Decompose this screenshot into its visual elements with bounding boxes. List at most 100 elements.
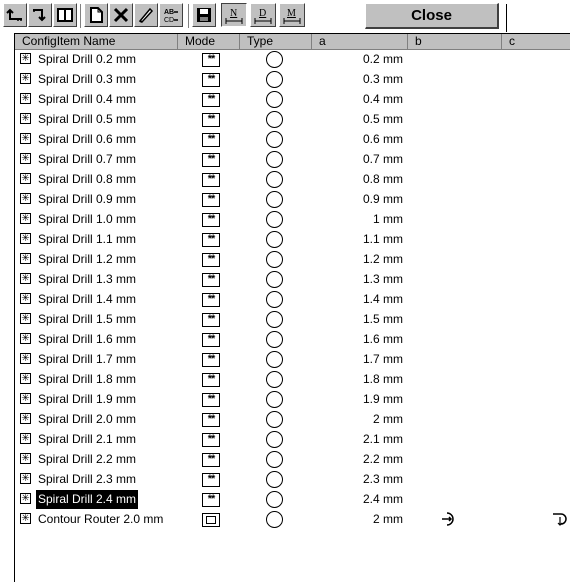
table-row[interactable]: ✳ Spiral Drill 2.0 mm ** 2 mm: [15, 410, 570, 429]
mode-star-icon[interactable]: **: [202, 393, 220, 407]
table-row[interactable]: ✳ Spiral Drill 1.7 mm ** 1.7 mm: [15, 350, 570, 369]
new-document-icon[interactable]: [84, 3, 108, 27]
mode-star-icon[interactable]: **: [202, 93, 220, 107]
table-row[interactable]: ✳ Spiral Drill 1.1 mm ** 1.1 mm: [15, 230, 570, 249]
table-row[interactable]: ✳ Spiral Drill 1.0 mm ** 1 mm: [15, 210, 570, 229]
table-row[interactable]: ✳ Spiral Drill 1.8 mm ** 1.8 mm: [15, 370, 570, 389]
cell-name[interactable]: ✳ Spiral Drill 1.5 mm: [15, 310, 178, 329]
mode-star-icon[interactable]: **: [202, 153, 220, 167]
mode-box-icon[interactable]: [202, 513, 220, 527]
mode-star-icon[interactable]: **: [202, 313, 220, 327]
cell-name[interactable]: ✳ Spiral Drill 0.4 mm: [15, 90, 178, 109]
table-row[interactable]: ✳ Spiral Drill 0.3 mm ** 0.3 mm: [15, 70, 570, 89]
column-header-a[interactable]: a: [312, 34, 408, 50]
cell-name[interactable]: ✳ Spiral Drill 1.6 mm: [15, 330, 178, 349]
mode-star-icon[interactable]: **: [202, 473, 220, 487]
table-row[interactable]: ✳ Spiral Drill 1.9 mm ** 1.9 mm: [15, 390, 570, 409]
config-item-icon: ✳: [20, 53, 31, 64]
table-row[interactable]: ✳ Spiral Drill 0.8 mm ** 0.8 mm: [15, 170, 570, 189]
table-row[interactable]: ✳ Spiral Drill 0.7 mm ** 0.7 mm: [15, 150, 570, 169]
mode-star-icon[interactable]: **: [202, 253, 220, 267]
cell-name[interactable]: ✳ Spiral Drill 0.6 mm: [15, 130, 178, 149]
cell-name[interactable]: ✳ Spiral Drill 1.2 mm: [15, 250, 178, 269]
config-item-name: Spiral Drill 0.8 mm: [38, 172, 137, 186]
cell-name[interactable]: ✳ Spiral Drill 0.7 mm: [15, 150, 178, 169]
mode-star-icon[interactable]: **: [202, 193, 220, 207]
table-row[interactable]: ✳ Spiral Drill 1.4 mm ** 1.4 mm: [15, 290, 570, 309]
config-item-name: Spiral Drill 0.4 mm: [38, 92, 137, 106]
mode-star-icon[interactable]: **: [202, 113, 220, 127]
edit-icon[interactable]: [134, 3, 158, 27]
mode-m-icon[interactable]: M: [279, 3, 305, 27]
cell-name[interactable]: ✳ Spiral Drill 2.3 mm: [15, 470, 178, 489]
mode-star-icon[interactable]: **: [202, 53, 220, 67]
cut-icon[interactable]: [109, 3, 133, 27]
column-header-mode[interactable]: Mode: [178, 34, 240, 50]
cell-name[interactable]: ✳ Spiral Drill 1.1 mm: [15, 230, 178, 249]
cell-name[interactable]: ✳ Spiral Drill 0.8 mm: [15, 170, 178, 189]
table-row[interactable]: ✳ Spiral Drill 2.2 mm ** 2.2 mm: [15, 450, 570, 469]
column-header-name[interactable]: ConfigItem Name: [15, 34, 178, 50]
split-view-icon[interactable]: [53, 3, 77, 27]
table-row[interactable]: ✳ Spiral Drill 2.4 mm ** 2.4 mm: [15, 490, 570, 509]
cell-name[interactable]: ✳ Spiral Drill 1.4 mm: [15, 290, 178, 309]
mode-star-icon[interactable]: **: [202, 493, 220, 507]
table-row[interactable]: ✳ Spiral Drill 0.6 mm ** 0.6 mm: [15, 130, 570, 149]
save-icon[interactable]: [192, 3, 216, 27]
cell-a-value: 0.6 mm: [362, 132, 403, 146]
column-header-type[interactable]: Type: [240, 34, 312, 50]
table-row[interactable]: ✳ Spiral Drill 1.3 mm ** 1.3 mm: [15, 270, 570, 289]
cell-a-value: 2.3 mm: [362, 472, 403, 486]
column-header-b[interactable]: b: [408, 34, 502, 50]
type-circle-icon: [266, 111, 283, 128]
column-header-c[interactable]: c: [502, 34, 570, 50]
toolbar: AB CD N D M Close: [0, 0, 570, 33]
table-row[interactable]: ✳ Spiral Drill 0.4 mm ** 0.4 mm: [15, 90, 570, 109]
mode-star-icon[interactable]: **: [202, 453, 220, 467]
rename-ab-icon[interactable]: AB CD: [159, 3, 183, 27]
mode-star-icon[interactable]: **: [202, 213, 220, 227]
cell-name[interactable]: ✳ Spiral Drill 2.1 mm: [15, 430, 178, 449]
cell-name[interactable]: ✳ Spiral Drill 0.2 mm: [15, 50, 178, 69]
table-row[interactable]: ✳ Spiral Drill 1.6 mm ** 1.6 mm: [15, 330, 570, 349]
arrow-up-left-icon[interactable]: [3, 3, 27, 27]
cell-name[interactable]: ✳ Spiral Drill 2.0 mm: [15, 410, 178, 429]
mode-star-icon[interactable]: **: [202, 413, 220, 427]
cell-name[interactable]: ✳ Spiral Drill 1.7 mm: [15, 350, 178, 369]
mode-d-icon[interactable]: D: [250, 3, 276, 27]
cell-name[interactable]: ✳ Spiral Drill 2.2 mm: [15, 450, 178, 469]
mode-star-icon[interactable]: **: [202, 373, 220, 387]
table-row[interactable]: ✳ Spiral Drill 2.1 mm ** 2.1 mm: [15, 430, 570, 449]
table-row[interactable]: ✳ Spiral Drill 2.3 mm ** 2.3 mm: [15, 470, 570, 489]
arrow-down-right-icon[interactable]: [28, 3, 52, 27]
type-circle-icon: [266, 251, 283, 268]
mode-star-icon[interactable]: **: [202, 433, 220, 447]
cell-name[interactable]: ✳ Contour Router 2.0 mm: [15, 510, 178, 529]
mode-star-icon[interactable]: **: [202, 173, 220, 187]
close-button[interactable]: Close: [365, 3, 499, 29]
table-row[interactable]: ✳ Spiral Drill 1.2 mm ** 1.2 mm: [15, 250, 570, 269]
cell-name[interactable]: ✳ Spiral Drill 1.8 mm: [15, 370, 178, 389]
mode-star-icon[interactable]: **: [202, 293, 220, 307]
cell-name[interactable]: ✳ Spiral Drill 0.9 mm: [15, 190, 178, 209]
mode-star-icon[interactable]: **: [202, 333, 220, 347]
mode-star-icon[interactable]: **: [202, 73, 220, 87]
mode-n-icon[interactable]: N: [221, 3, 247, 27]
mode-star-icon[interactable]: **: [202, 233, 220, 247]
table-row[interactable]: ✳ Spiral Drill 1.5 mm ** 1.5 mm: [15, 310, 570, 329]
table-row[interactable]: ✳ Spiral Drill 0.9 mm ** 0.9 mm: [15, 190, 570, 209]
mode-star-icon[interactable]: **: [202, 353, 220, 367]
table-row[interactable]: ✳ Contour Router 2.0 mm 2 mm: [15, 510, 570, 529]
table-row[interactable]: ✳ Spiral Drill 0.2 mm ** 0.2 mm: [15, 50, 570, 69]
cell-name[interactable]: ✳ Spiral Drill 1.9 mm: [15, 390, 178, 409]
mode-star-icon[interactable]: **: [202, 273, 220, 287]
cell-name[interactable]: ✳ Spiral Drill 2.4 mm: [15, 490, 178, 509]
mode-star-icon[interactable]: **: [202, 133, 220, 147]
cell-name[interactable]: ✳ Spiral Drill 0.3 mm: [15, 70, 178, 89]
type-circle-icon: [266, 291, 283, 308]
cell-a-value: 1.9 mm: [362, 392, 403, 406]
cell-name[interactable]: ✳ Spiral Drill 1.0 mm: [15, 210, 178, 229]
table-row[interactable]: ✳ Spiral Drill 0.5 mm ** 0.5 mm: [15, 110, 570, 129]
cell-name[interactable]: ✳ Spiral Drill 0.5 mm: [15, 110, 178, 129]
cell-name[interactable]: ✳ Spiral Drill 1.3 mm: [15, 270, 178, 289]
